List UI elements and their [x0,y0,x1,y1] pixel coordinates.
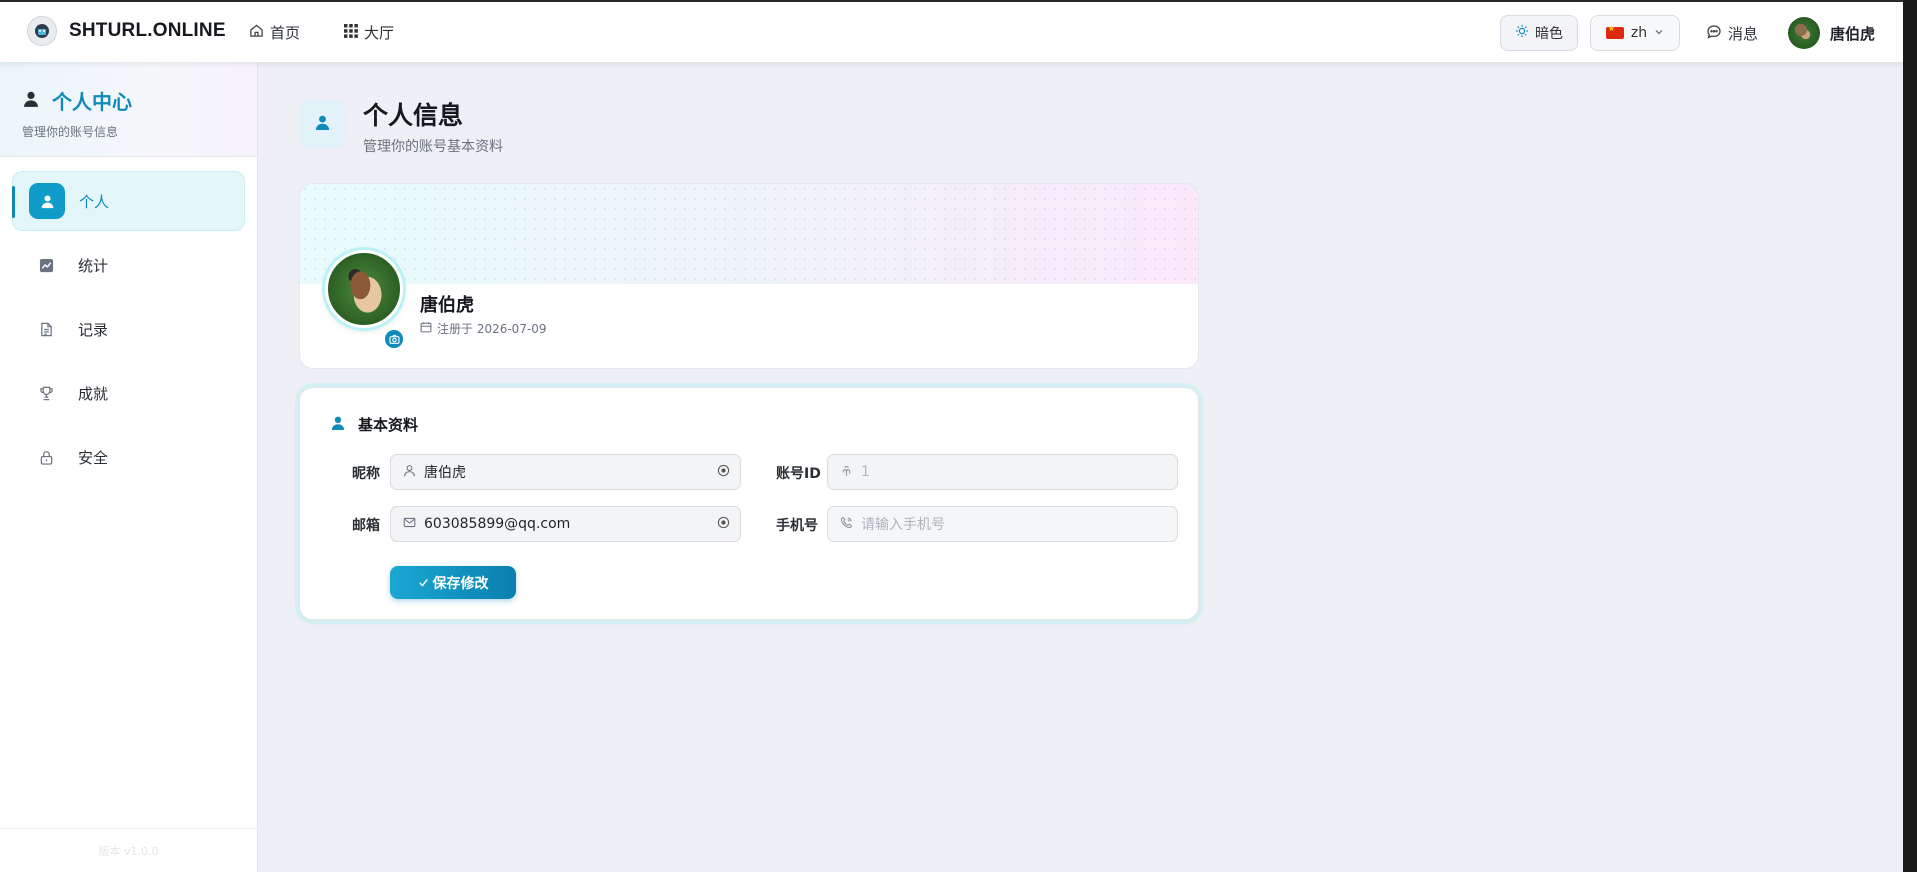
sun-icon [1515,24,1529,42]
page-subtitle: 管理你的账号基本资料 [363,139,503,155]
nickname-label: 昵称 [352,466,380,482]
sidebar-menu: 个人 统计 记录 成就 安全 [0,157,257,487]
check-icon [418,575,429,591]
profile-card [299,183,1199,369]
sidebar-item-stats[interactable]: 统计 [12,235,245,295]
sidebar-item-records[interactable]: 记录 [12,299,245,359]
nav-home[interactable]: 首页 [249,22,300,43]
account-id-field: 1 [827,454,1178,490]
nav-home-label: 首页 [270,24,301,42]
theme-toggle-button[interactable]: 暗色 [1500,15,1578,51]
grid-icon [344,23,358,42]
phone-icon [840,516,853,533]
chart-icon [28,247,64,283]
sidebar-item-label: 安全 [78,448,109,467]
registration-date-text: 注册于 2026-07-09 [437,322,547,336]
email-value: 603085899@qq.com [424,516,571,532]
document-icon [28,311,64,347]
registration-date: 注册于 2026-07-09 [420,320,547,337]
sidebar-item-label: 记录 [78,320,109,339]
sidebar-header: 个人中心 管理你的账号信息 [0,62,257,157]
language-select[interactable]: zh [1590,15,1680,51]
user-name: 唐伯虎 [1830,24,1876,43]
trophy-icon [28,375,64,411]
calendar-icon [420,321,432,336]
phone-field[interactable]: 请输入手机号 [827,506,1178,542]
account-id-value: 1 [861,464,870,480]
home-icon [249,23,264,42]
email-label: 邮箱 [352,518,380,534]
user-icon [330,415,346,435]
camera-icon[interactable] [383,328,405,350]
user-outline-icon [403,464,416,481]
chat-bubble-icon [1706,24,1722,44]
messages-button[interactable]: 消息 [1706,23,1758,44]
save-button-label: 保存修改 [432,574,489,591]
basic-info-card: 基本资料 昵称 唐伯虎 账号ID 1 邮箱 603085899@qq.com 手… [299,387,1199,620]
phone-placeholder: 请输入手机号 [861,517,945,533]
sidebar: 个人中心 管理你的账号信息 个人 统计 记录 成就 安全 版本 v1.0.0 [0,62,258,872]
fingerprint-icon [840,464,853,481]
user-menu[interactable]: 唐伯虎 [1788,17,1875,49]
user-icon [22,89,40,113]
chevron-down-icon [1654,25,1664,41]
mail-icon [403,516,416,533]
lock-icon [28,439,64,475]
user-icon [29,183,65,219]
logo-icon[interactable] [27,16,57,46]
nav-hall[interactable]: 大厅 [344,22,394,43]
top-navbar: SHTURL.ONLINE 首页 大厅 暗色 zh 消息 唐伯虎 [0,2,1903,62]
profile-banner [300,184,1198,284]
window-right-edge [1903,0,1917,872]
china-flag-icon [1605,24,1624,39]
sidebar-item-security[interactable]: 安全 [12,427,245,487]
sidebar-item-achievements[interactable]: 成就 [12,363,245,423]
clear-icon[interactable] [717,516,730,533]
profile-avatar[interactable] [325,250,403,328]
sidebar-item-label: 个人 [79,192,110,211]
messages-label: 消息 [1728,25,1759,43]
sidebar-footer: 版本 v1.0.0 [0,828,257,872]
theme-label: 暗色 [1535,26,1563,42]
phone-label: 手机号 [776,518,818,534]
nickname-field[interactable]: 唐伯虎 [390,454,741,490]
basic-info-title: 基本资料 [358,416,419,434]
language-label: zh [1630,25,1648,41]
email-field[interactable]: 603085899@qq.com [390,506,741,542]
sidebar-item-label: 成就 [78,384,109,403]
sidebar-title: 个人中心 [52,90,132,114]
clear-icon[interactable] [717,464,730,481]
nickname-value: 唐伯虎 [424,465,466,481]
save-button[interactable]: 保存修改 [390,566,516,599]
sidebar-item-label: 统计 [78,256,109,275]
page-header-icon [298,100,346,148]
basic-info-header: 基本资料 [330,414,418,435]
avatar [1788,17,1820,49]
nav-hall-label: 大厅 [364,24,395,42]
sidebar-item-profile[interactable]: 个人 [12,171,245,231]
profile-name: 唐伯虎 [420,295,474,316]
page-title: 个人信息 [363,101,464,130]
account-id-label: 账号ID [776,466,821,482]
sidebar-subtitle: 管理你的账号信息 [22,125,119,139]
brand-name[interactable]: SHTURL.ONLINE [69,20,226,42]
user-icon [314,114,331,135]
sidebar-title-row: 个人中心 [22,86,257,115]
